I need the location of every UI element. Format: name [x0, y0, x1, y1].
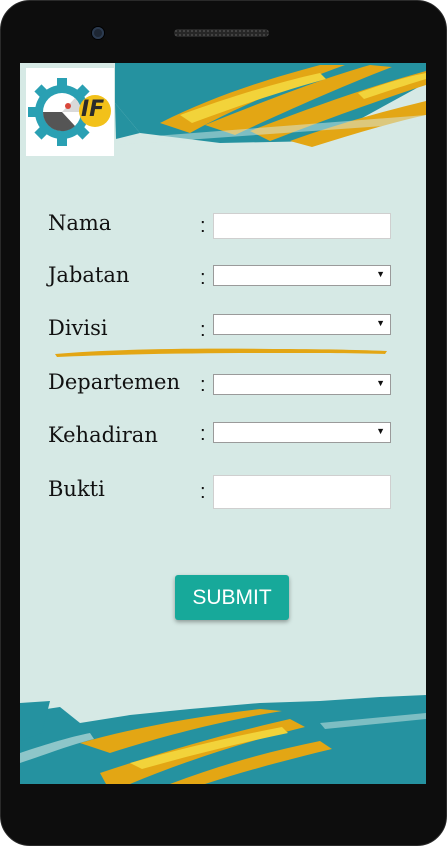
- field-label-jabatan: Jabatan: [48, 263, 130, 287]
- chevron-down-icon: ▼: [376, 426, 385, 436]
- chevron-down-icon: ▼: [376, 269, 385, 279]
- field-colon: :: [200, 215, 206, 237]
- field-label-kehadiran: Kehadiran: [48, 423, 158, 447]
- nama-input[interactable]: [213, 213, 391, 239]
- chevron-down-icon: ▼: [376, 378, 385, 388]
- field-colon: :: [200, 423, 206, 445]
- bottom-brush-decoration: [20, 695, 426, 784]
- app-screen: IF Nama : Jabatan : ▼ Divisi : ▼ Departe…: [20, 63, 426, 784]
- field-label-departemen: Departemen: [48, 370, 180, 394]
- field-label-nama: Nama: [48, 211, 112, 235]
- front-camera: [92, 27, 104, 39]
- field-label-bukti: Bukti: [48, 477, 105, 501]
- field-colon: :: [200, 374, 206, 396]
- submit-button[interactable]: SUBMIT: [175, 575, 289, 620]
- field-colon: :: [200, 319, 206, 341]
- field-colon: :: [200, 267, 206, 289]
- logo-text: IF: [81, 97, 105, 122]
- jabatan-select[interactable]: ▼: [213, 265, 391, 286]
- divisi-select[interactable]: ▼: [213, 314, 391, 335]
- kehadiran-select[interactable]: ▼: [213, 422, 391, 443]
- phone-frame: IF Nama : Jabatan : ▼ Divisi : ▼ Departe…: [0, 0, 447, 846]
- bukti-file-input[interactable]: [213, 475, 391, 509]
- brush-underline-decoration: [55, 348, 387, 357]
- earpiece-speaker: [174, 29, 269, 37]
- field-label-divisi: Divisi: [48, 316, 108, 340]
- departemen-select[interactable]: ▼: [213, 374, 391, 395]
- company-logo: IF: [26, 68, 114, 156]
- chevron-down-icon: ▼: [376, 318, 385, 328]
- field-colon: :: [200, 481, 206, 503]
